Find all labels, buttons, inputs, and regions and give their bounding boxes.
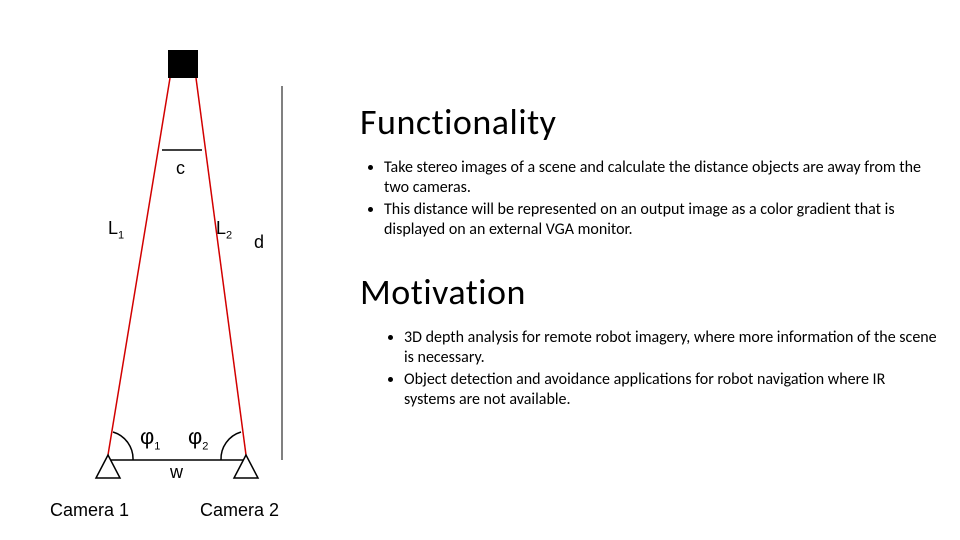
label-w: w — [170, 462, 183, 483]
label-phi2-sub: 2 — [202, 440, 208, 452]
label-phi2-main: φ — [188, 424, 202, 449]
functionality-bullet: This distance will be represented on an … — [384, 200, 940, 240]
stereo-diagram: c L1 L2 d φ1 φ2 w Camera 1 Camera 2 — [20, 0, 340, 540]
label-camera1: Camera 1 — [50, 500, 129, 521]
label-c: c — [176, 158, 185, 179]
object-square — [168, 50, 198, 78]
label-L1-main: L — [108, 218, 118, 238]
label-L1: L1 — [108, 218, 124, 242]
label-phi1-main: φ — [140, 424, 154, 449]
motivation-bullet: 3D depth analysis for remote robot image… — [404, 328, 940, 368]
functionality-list: Take stereo images of a scene and calcul… — [360, 158, 940, 240]
functionality-heading: Functionality — [360, 100, 940, 144]
label-L2-main: L — [216, 218, 226, 238]
label-camera2: Camera 2 — [200, 500, 279, 521]
label-phi1: φ1 — [140, 424, 160, 452]
label-L2: L2 — [216, 218, 232, 242]
stereo-diagram-svg — [20, 0, 340, 540]
label-phi2: φ2 — [188, 424, 208, 452]
motivation-bullet: Object detection and avoidance applicati… — [404, 370, 940, 410]
motivation-list: 3D depth analysis for remote robot image… — [360, 328, 940, 410]
content-area: Functionality Take stereo images of a sc… — [360, 100, 940, 438]
label-d: d — [254, 232, 264, 253]
camera-2-icon — [234, 455, 258, 478]
label-L1-sub: 1 — [118, 230, 124, 242]
functionality-bullet: Take stereo images of a scene and calcul… — [384, 158, 940, 198]
slide: c L1 L2 d φ1 φ2 w Camera 1 Camera 2 Func… — [0, 0, 960, 540]
label-L2-sub: 2 — [226, 230, 232, 242]
camera-1-icon — [96, 455, 120, 478]
label-phi1-sub: 1 — [154, 440, 160, 452]
motivation-heading: Motivation — [360, 270, 940, 314]
